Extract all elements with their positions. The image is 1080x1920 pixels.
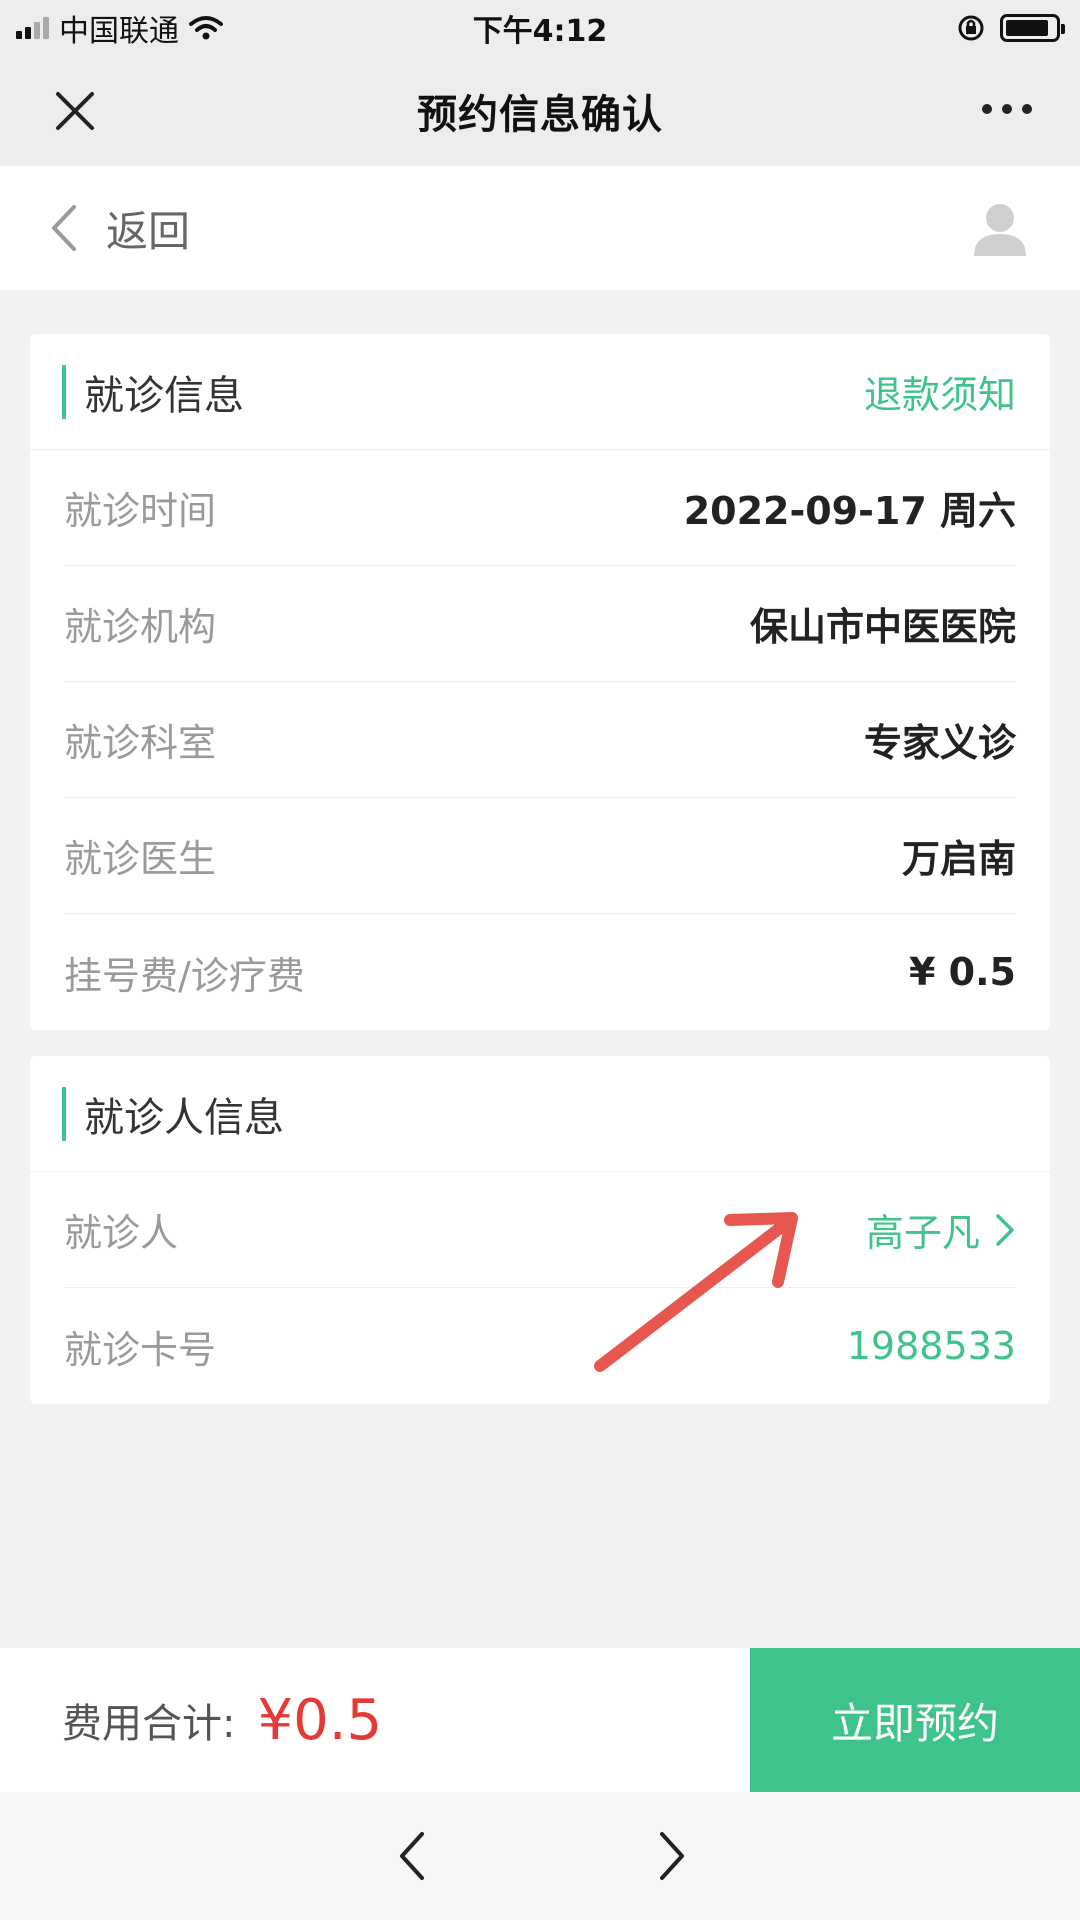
card-number-row: 就诊卡号 1988533 — [64, 1288, 1016, 1404]
visit-fee-label: 挂号费/诊疗费 — [64, 953, 305, 998]
visit-institution-label: 就诊机构 — [64, 605, 217, 649]
battery-icon — [1000, 14, 1065, 42]
chevron-right-icon — [996, 1213, 1014, 1246]
back-button[interactable]: 返回 — [0, 166, 190, 290]
visit-institution-row: 就诊机构 保山市中医医院 — [64, 566, 1016, 682]
visit-department-label: 就诊科室 — [64, 721, 217, 765]
wifi-icon — [189, 16, 223, 40]
visit-doctor-row: 就诊医生 万启南 — [64, 798, 1016, 914]
patient-info-card: 就诊人信息 就诊人 高子凡 就诊卡号 1988533 — [30, 1056, 1050, 1404]
more-icon[interactable] — [982, 104, 1032, 114]
status-left: 中国联通 — [16, 6, 223, 50]
section-marker — [62, 364, 66, 419]
section-marker — [62, 1086, 66, 1141]
status-right — [956, 13, 1065, 43]
chevron-right-icon[interactable] — [652, 1826, 692, 1886]
visit-department-value: 专家义诊 — [863, 721, 1016, 765]
back-bar: 返回 — [0, 166, 1080, 290]
visit-info-title: 就诊信息 — [84, 372, 244, 419]
card-number-label: 就诊卡号 — [64, 1327, 217, 1372]
book-now-button[interactable]: 立即预约 — [750, 1648, 1080, 1792]
browser-nav-bar — [0, 1792, 1080, 1920]
rotation-lock-icon — [958, 15, 984, 41]
signal-icon — [16, 17, 49, 39]
visit-info-header: 就诊信息 退款须知 — [30, 334, 1050, 450]
visit-department-row: 就诊科室 专家义诊 — [64, 682, 1016, 798]
status-bar: 中国联通 下午4:12 — [0, 0, 1080, 56]
page-title: 预约信息确认 — [417, 92, 663, 138]
visit-doctor-label: 就诊医生 — [64, 837, 217, 881]
carrier-name: 中国联通 — [59, 14, 179, 49]
visit-institution-value: 保山市中医医院 — [749, 605, 1016, 649]
refund-notice-link[interactable]: 退款须知 — [864, 364, 1016, 419]
visit-info-card: 就诊信息 退款须知 就诊时间 2022-09-17 周六 就诊机构 保山市中医医… — [30, 334, 1050, 1030]
visit-time-value: 2022-09-17 周六 — [683, 489, 1016, 533]
patient-info-title: 就诊人信息 — [84, 1094, 284, 1141]
visit-fee-row: 挂号费/诊疗费 ¥ 0.5 — [64, 914, 1016, 1030]
visit-time-row: 就诊时间 2022-09-17 周六 — [64, 450, 1016, 566]
visit-fee-value: ¥ 0.5 — [909, 950, 1016, 994]
close-icon[interactable] — [50, 86, 100, 136]
total-value: ¥0.5 — [257, 1687, 383, 1753]
patient-name: 高子凡 — [865, 1211, 980, 1255]
chevron-left-icon — [52, 205, 76, 251]
back-label: 返回 — [106, 206, 191, 256]
visit-time-label: 就诊时间 — [64, 489, 217, 533]
bottom-bar: 费用合计: ¥0.5 立即预约 — [0, 1648, 1080, 1792]
user-icon[interactable] — [970, 198, 1030, 258]
patient-info-header: 就诊人信息 — [30, 1056, 1050, 1172]
patient-selector[interactable]: 高子凡 — [866, 1202, 1016, 1257]
patient-row[interactable]: 就诊人 高子凡 — [64, 1172, 1016, 1288]
title-bar: 预约信息确认 — [0, 56, 1080, 166]
card-number-value: 1988533 — [846, 1324, 1016, 1368]
patient-label: 就诊人 — [64, 1211, 179, 1255]
visit-doctor-value: 万启南 — [901, 837, 1016, 881]
chevron-left-icon[interactable] — [392, 1826, 432, 1886]
total-label: 费用合计: — [62, 1701, 236, 1747]
